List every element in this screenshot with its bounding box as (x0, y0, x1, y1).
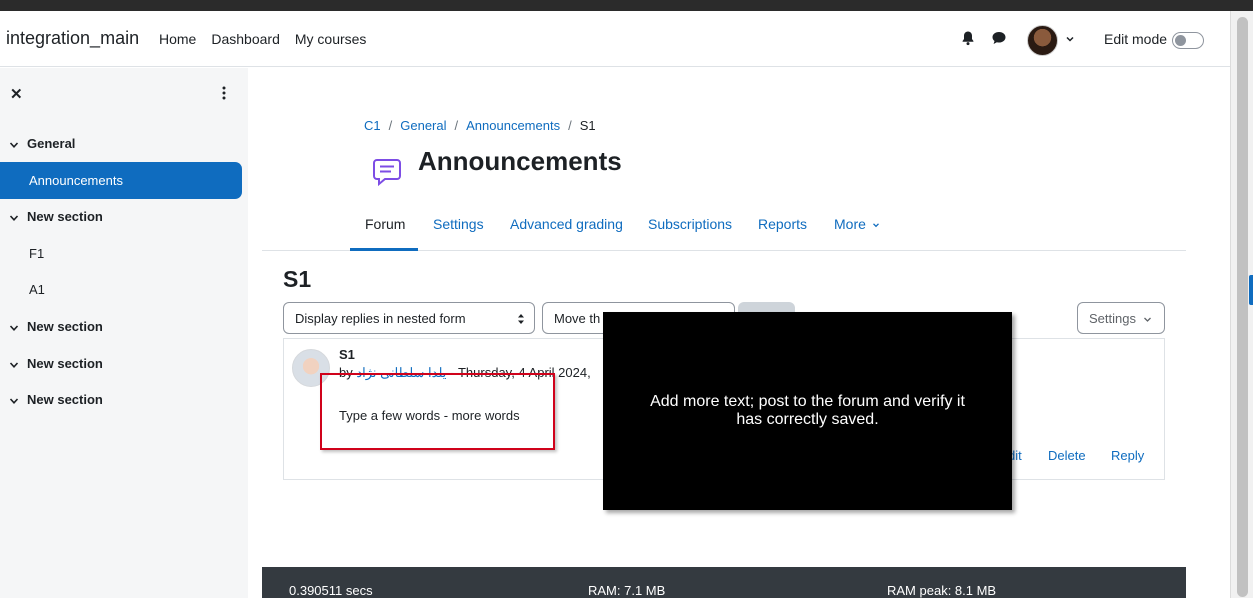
block-drawer-edge-tab[interactable] (1249, 275, 1253, 305)
tab-reports[interactable]: Reports (758, 216, 807, 232)
breadcrumb: C1 / General / Announcements / S1 (364, 118, 596, 133)
edit-mode-toggle[interactable] (1172, 32, 1204, 49)
nav-home-link[interactable]: Home (159, 31, 196, 47)
tab-advanced-grading[interactable]: Advanced grading (510, 216, 623, 232)
close-icon[interactable]: ✕ (10, 85, 23, 103)
course-index-section-general[interactable]: General (9, 136, 75, 151)
course-index-item-announcements[interactable]: Announcements (0, 162, 242, 199)
footer-ram-peak: RAM peak: 8.1 MB (887, 583, 997, 598)
scrollbar-thumb[interactable] (1237, 17, 1248, 597)
post-subject: S1 (339, 347, 355, 362)
breadcrumb-separator: / (568, 118, 572, 133)
chat-icon[interactable] (991, 30, 1007, 46)
course-index-section-new-3[interactable]: New section (9, 356, 103, 371)
breadcrumb-c1[interactable]: C1 (364, 118, 381, 133)
course-index-section-new-2[interactable]: New section (9, 319, 103, 334)
chevron-down-icon[interactable] (9, 140, 19, 150)
performance-footer: 0.390511 secs RAM: 7.1 MB RAM peak: 8.1 … (262, 567, 1186, 598)
active-tab-underline (350, 248, 418, 251)
footer-ram: RAM: 7.1 MB (588, 583, 666, 598)
tab-subscriptions[interactable]: Subscriptions (648, 216, 732, 232)
course-index-item-f1[interactable]: F1 (29, 246, 44, 261)
breadcrumb-separator: / (454, 118, 459, 133)
tab-settings[interactable]: Settings (433, 216, 484, 232)
discussion-settings-button[interactable]: Settings (1077, 302, 1165, 334)
post-body: Type a few words - more words (339, 408, 520, 423)
post-reply-link[interactable]: Reply (1111, 448, 1144, 463)
primary-navigation: Home Dashboard My courses (159, 31, 366, 47)
select-arrows-icon (518, 314, 524, 324)
display-mode-select[interactable]: Display replies in nested form (283, 302, 535, 334)
post-date: - Thursday, 4 April 2024, (450, 365, 591, 380)
settings-label: Settings (1089, 311, 1136, 326)
secondary-navigation: Forum Settings Advanced grading Subscrip… (262, 200, 1186, 251)
breadcrumb-announcements[interactable]: Announcements (466, 118, 560, 133)
nav-my-courses-link[interactable]: My courses (295, 31, 367, 47)
section-label: General (27, 136, 76, 151)
browser-top-strip (0, 0, 1253, 11)
bell-icon[interactable] (960, 30, 976, 46)
course-index-drawer: ✕ General Announcements New section F1 A… (0, 68, 248, 598)
post-delete-link[interactable]: Delete (1048, 448, 1086, 463)
tab-more-label: More (834, 216, 866, 232)
post-by-label: by (339, 365, 353, 380)
user-avatar[interactable] (1027, 25, 1058, 56)
post-author-avatar[interactable] (292, 349, 330, 387)
tab-more[interactable]: More (834, 216, 880, 232)
site-name[interactable]: integration_main (6, 28, 139, 49)
discussion-title: S1 (283, 266, 312, 292)
post-meta: by یلدا سلطانی نژاد - Thursday, 4 April … (339, 365, 591, 381)
nav-dashboard-link[interactable]: Dashboard (211, 31, 280, 47)
footer-time: 0.390511 secs (289, 583, 373, 598)
breadcrumb-current: S1 (579, 118, 596, 133)
forum-icon (366, 152, 408, 192)
move-discussion-value: Move th (554, 311, 601, 326)
course-index-item-a1[interactable]: A1 (29, 282, 45, 297)
chevron-down-icon[interactable] (9, 360, 19, 370)
post-author-link[interactable]: یلدا سلطانی نژاد (356, 365, 446, 380)
toggle-knob (1175, 35, 1186, 46)
display-mode-value: Display replies in nested form (295, 311, 466, 326)
edit-mode-label: Edit mode (1104, 31, 1168, 47)
breadcrumb-general[interactable]: General (400, 118, 446, 133)
course-index-section-new-1[interactable]: New section (9, 209, 103, 224)
chevron-down-icon (872, 223, 879, 228)
top-navbar: integration_main Home Dashboard My cours… (0, 11, 1230, 67)
course-index-section-new-4[interactable]: New section (9, 392, 103, 407)
kebab-menu-icon[interactable] (220, 85, 228, 101)
breadcrumb-separator: / (388, 118, 393, 133)
instruction-tooltip: Add more text; post to the forum and ver… (603, 312, 1012, 510)
section-label: New section (27, 319, 103, 334)
section-label: New section (27, 392, 103, 407)
chevron-down-icon[interactable] (9, 396, 19, 406)
section-label: New section (27, 356, 103, 371)
chevron-down-icon[interactable] (9, 213, 19, 223)
tooltip-text: Add more text; post to the forum and ver… (650, 393, 965, 428)
chevron-down-icon[interactable] (9, 323, 19, 333)
page-title: Announcements (418, 146, 622, 176)
tab-forum[interactable]: Forum (365, 216, 405, 232)
section-label: New section (27, 209, 103, 224)
chevron-down-icon[interactable] (1065, 34, 1075, 44)
chevron-down-icon (1144, 317, 1151, 322)
